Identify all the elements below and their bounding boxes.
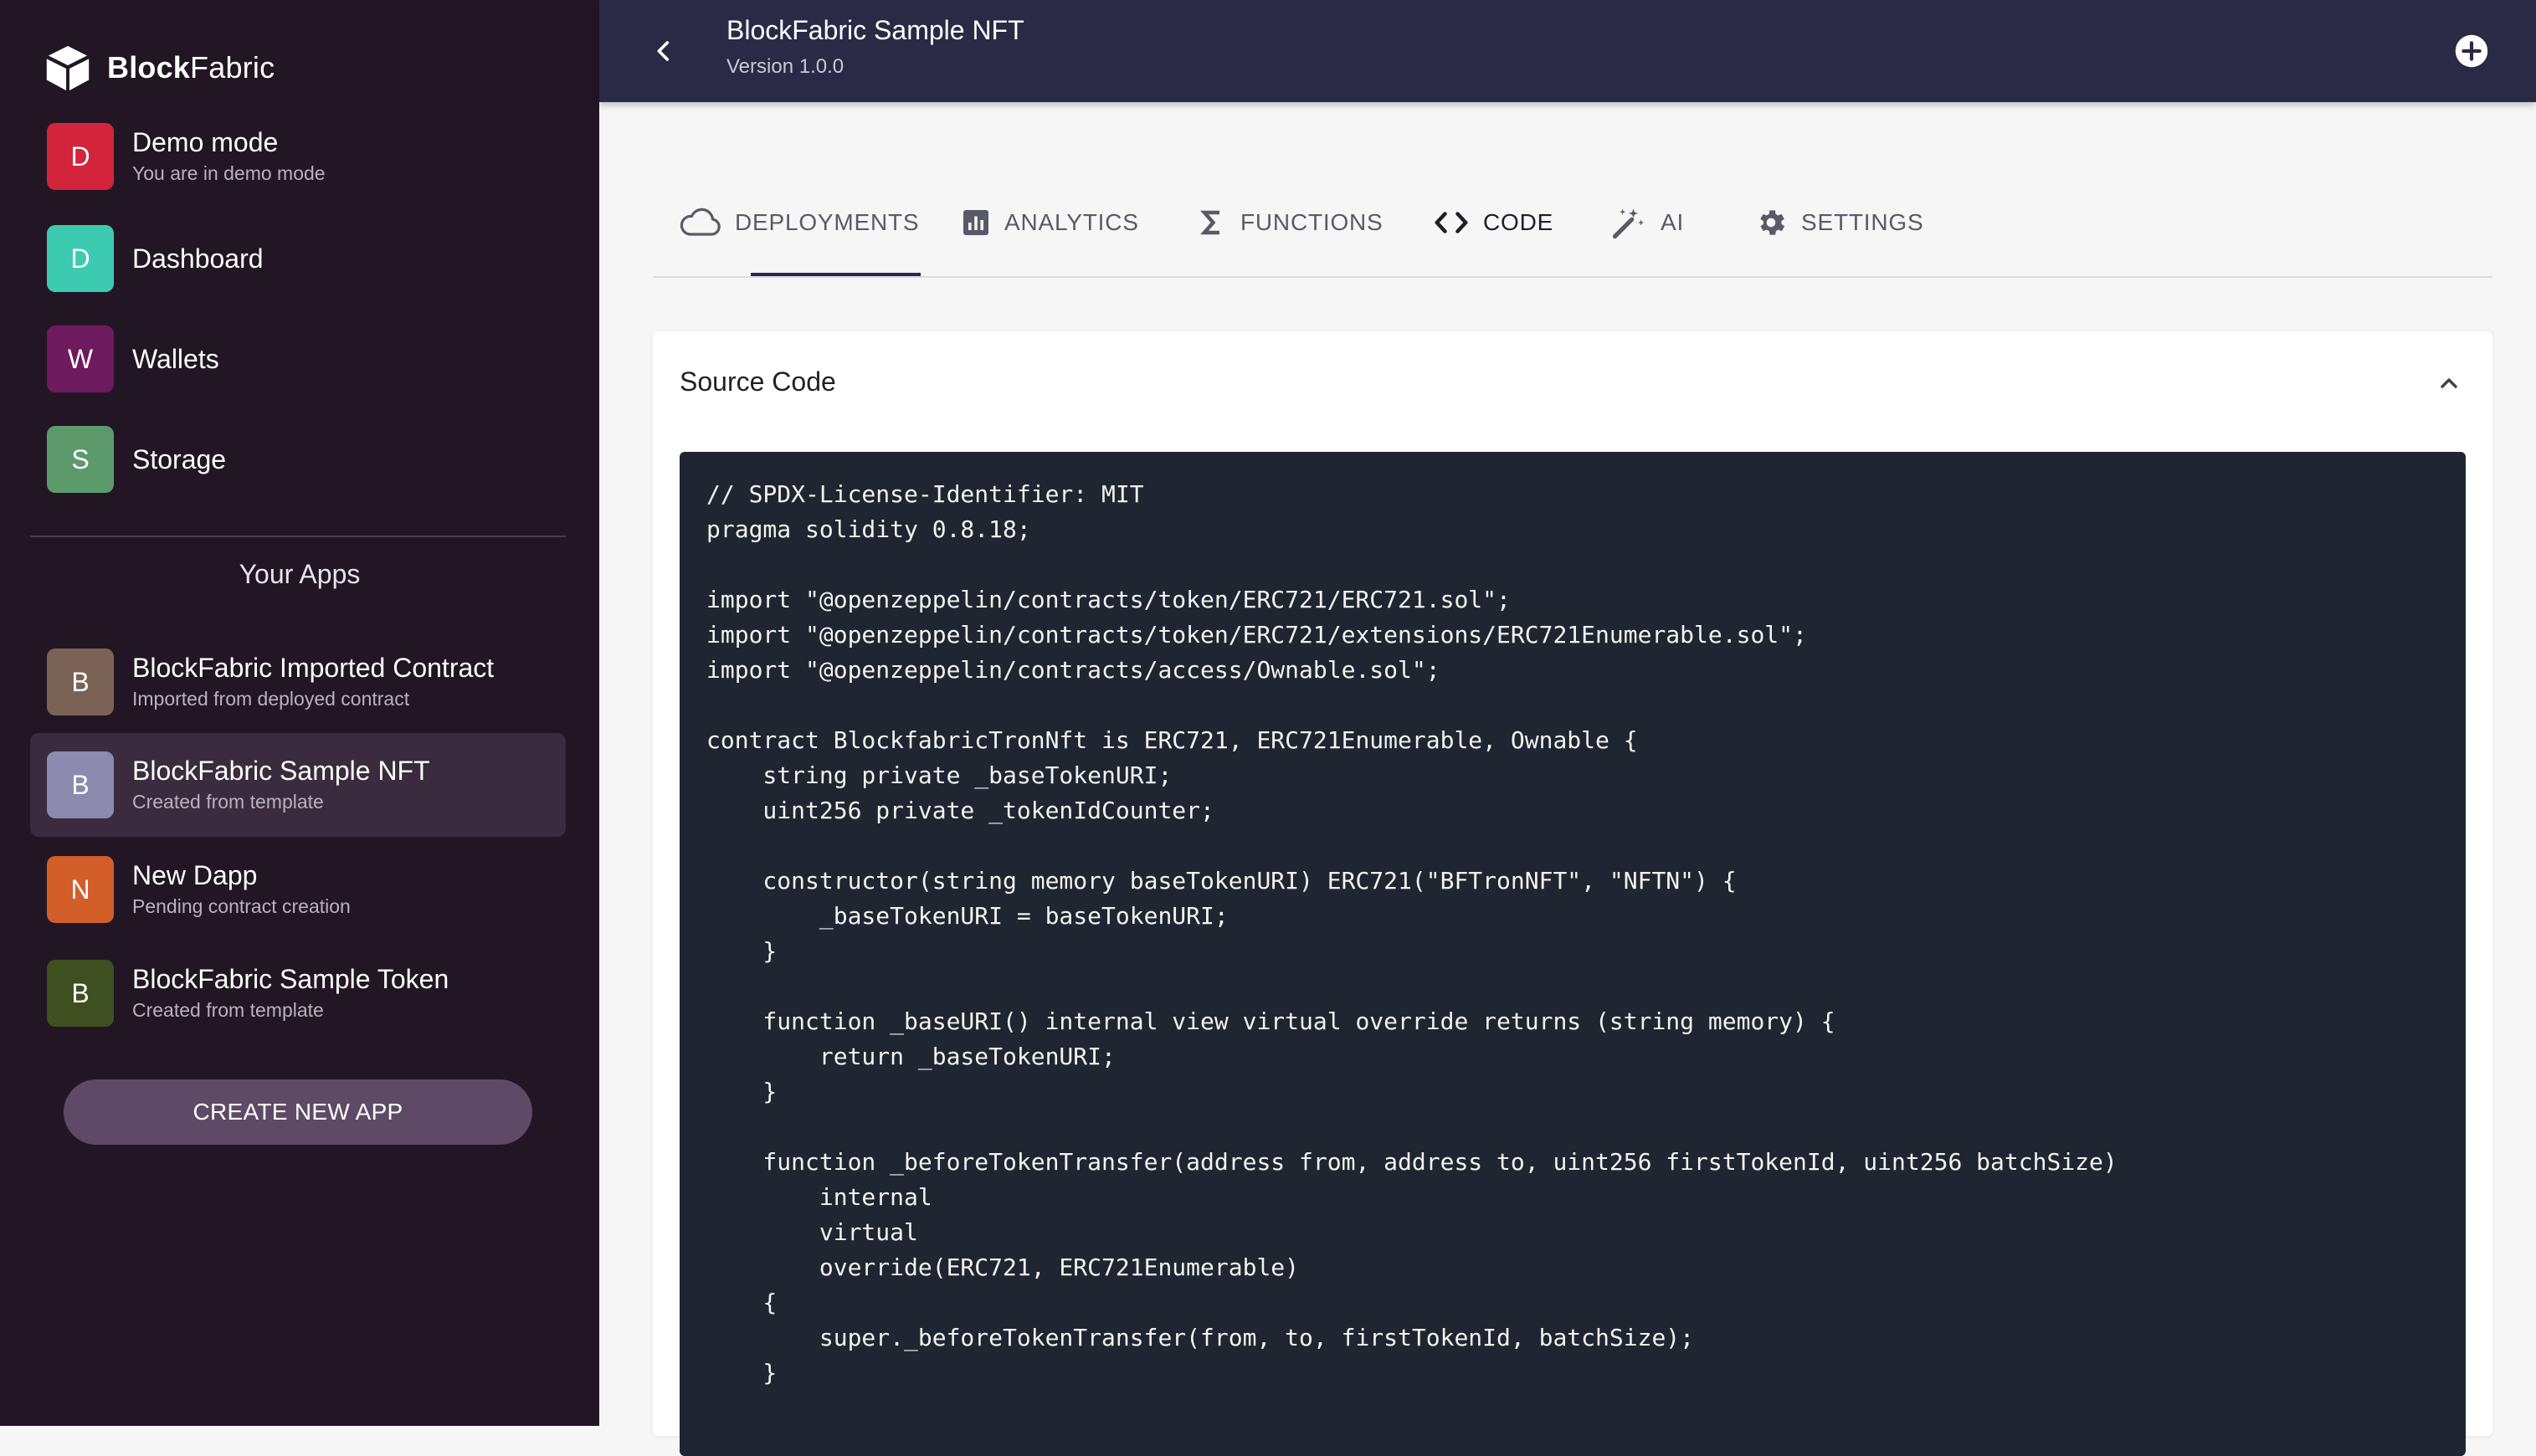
sigma-icon [1200, 210, 1219, 235]
app-item-subtitle: Created from template [132, 791, 324, 813]
plus-circle-icon [2455, 34, 2488, 68]
tab-code[interactable]: CODE [1433, 167, 1553, 278]
app-version: Version 1.0.0 [726, 55, 844, 78]
avatar: B [47, 960, 114, 1027]
active-tab-indicator [751, 273, 921, 276]
tab-label: CODE [1483, 209, 1554, 235]
app-item-sample-token[interactable]: B BlockFabric Sample Token Created from … [30, 949, 566, 1038]
nav-item-title: Demo mode [132, 127, 279, 157]
chevron-left-icon [657, 41, 670, 61]
nav-item-storage[interactable]: S Storage [30, 415, 566, 504]
app-item-sample-nft[interactable]: B BlockFabric Sample NFT Created from te… [30, 733, 566, 837]
back-button[interactable] [641, 28, 686, 74]
source-code-title: Source Code [680, 367, 836, 397]
code-icon [1435, 212, 1468, 233]
app-item-subtitle: Pending contract creation [132, 895, 351, 917]
tab-label: DEPLOYMENTS [735, 209, 920, 235]
page-title: BlockFabric Sample NFT [726, 15, 1024, 45]
app-item-title: BlockFabric Sample Token [132, 964, 449, 994]
create-new-app-button[interactable]: CREATE NEW APP [64, 1079, 532, 1145]
app-header: BlockFabric Sample NFT Version 1.0.0 [599, 0, 2536, 102]
avatar: N [47, 856, 114, 923]
app-item-imported-contract[interactable]: B BlockFabric Imported Contract Imported… [30, 638, 566, 726]
nav-item-title: Dashboard [132, 244, 264, 274]
avatar: B [47, 649, 114, 715]
nav-item-subtitle: You are in demo mode [132, 162, 326, 184]
nav-item-title: Wallets [132, 344, 219, 374]
sidebar: BlockFabric D Demo mode You are in demo … [0, 0, 599, 1426]
avatar: W [47, 326, 114, 392]
avatar: B [47, 751, 114, 818]
tab-label: SETTINGS [1801, 209, 1924, 235]
tab-label: AI [1661, 209, 1685, 235]
collapse-button[interactable] [2431, 365, 2467, 402]
tab-label: FUNCTIONS [1240, 209, 1384, 235]
cloud-icon [680, 208, 721, 236]
app-item-title: BlockFabric Imported Contract [132, 653, 495, 683]
add-button[interactable] [2451, 30, 2492, 72]
nav-item-dashboard[interactable]: D Dashboard [30, 214, 566, 303]
app-item-subtitle: Imported from deployed contract [132, 688, 410, 710]
avatar: D [47, 225, 114, 292]
gear-icon [1760, 210, 1785, 235]
your-apps-heading: Your Apps [239, 559, 361, 589]
brand-name: BlockFabric [107, 50, 275, 85]
avatar: D [47, 123, 114, 190]
nav-item-wallets[interactable]: W Wallets [30, 315, 566, 403]
nav-item-title: Storage [132, 444, 227, 474]
avatar: S [47, 426, 114, 493]
tab-label: ANALYTICS [1004, 209, 1139, 235]
tab-settings[interactable]: SETTINGS [1754, 167, 1923, 278]
tab-analytics[interactable]: ANALYTICS [961, 167, 1139, 278]
analytics-icon [963, 210, 988, 235]
sidebar-divider [30, 536, 566, 537]
code-block[interactable]: // SPDX-License-Identifier: MIT pragma s… [680, 452, 2466, 1456]
brand-logo[interactable]: BlockFabric [42, 40, 275, 95]
nav-item-demo-mode[interactable]: D Demo mode You are in demo mode [30, 112, 566, 201]
app-item-title: BlockFabric Sample NFT [132, 756, 430, 786]
magic-wand-icon [1612, 208, 1645, 239]
chevron-up-icon [2441, 378, 2457, 388]
source-code-panel: Source Code // SPDX-License-Identifier: … [653, 331, 2492, 1456]
tab-ai[interactable]: AI [1610, 167, 1684, 278]
tab-functions[interactable]: FUNCTIONS [1197, 167, 1384, 278]
tab-bar: DEPLOYMENTS ANALYTICS FUNCTIONS CODE AI [653, 167, 2492, 278]
cube-logo-icon [44, 44, 91, 91]
tab-deployments[interactable]: DEPLOYMENTS [680, 167, 919, 278]
app-item-new-dapp[interactable]: N New Dapp Pending contract creation [30, 845, 566, 934]
app-item-subtitle: Created from template [132, 999, 324, 1021]
app-item-title: New Dapp [132, 860, 258, 890]
